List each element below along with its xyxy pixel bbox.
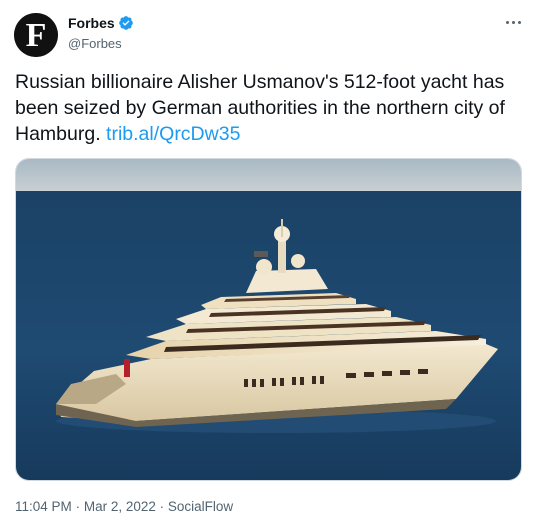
tweet-date[interactable]: Mar 2, 2022 [84,499,156,514]
dot-icon [505,20,509,24]
tweet-link[interactable]: trib.al/QrcDw35 [106,123,240,145]
yacht-photo [16,159,521,480]
avatar[interactable]: F [14,13,58,57]
forbes-logo-icon: F [14,13,58,57]
dot-icon [517,20,521,24]
verified-badge-icon [118,15,134,31]
tweet-text: Russian billionaire Alisher Usmanov's 51… [15,69,523,147]
author-name-row: Forbes [68,15,134,31]
tweet-image[interactable] [15,158,522,481]
tweet-metadata: 11:04 PM · Mar 2, 2022 · SocialFlow [15,499,233,514]
dot-icon [511,20,515,24]
display-name[interactable]: Forbes [68,15,115,31]
tweet-body: Russian billionaire Alisher Usmanov's 51… [15,71,505,145]
more-options-button[interactable] [502,14,524,30]
meta-separator: · [159,499,165,514]
user-handle[interactable]: @Forbes [68,36,122,51]
tweet-card: F Forbes @Forbes Russian billionaire Ali… [0,0,538,528]
meta-separator: · [75,499,81,514]
svg-text:F: F [26,17,47,54]
tweet-source[interactable]: SocialFlow [168,499,233,514]
tweet-time[interactable]: 11:04 PM [15,499,72,514]
